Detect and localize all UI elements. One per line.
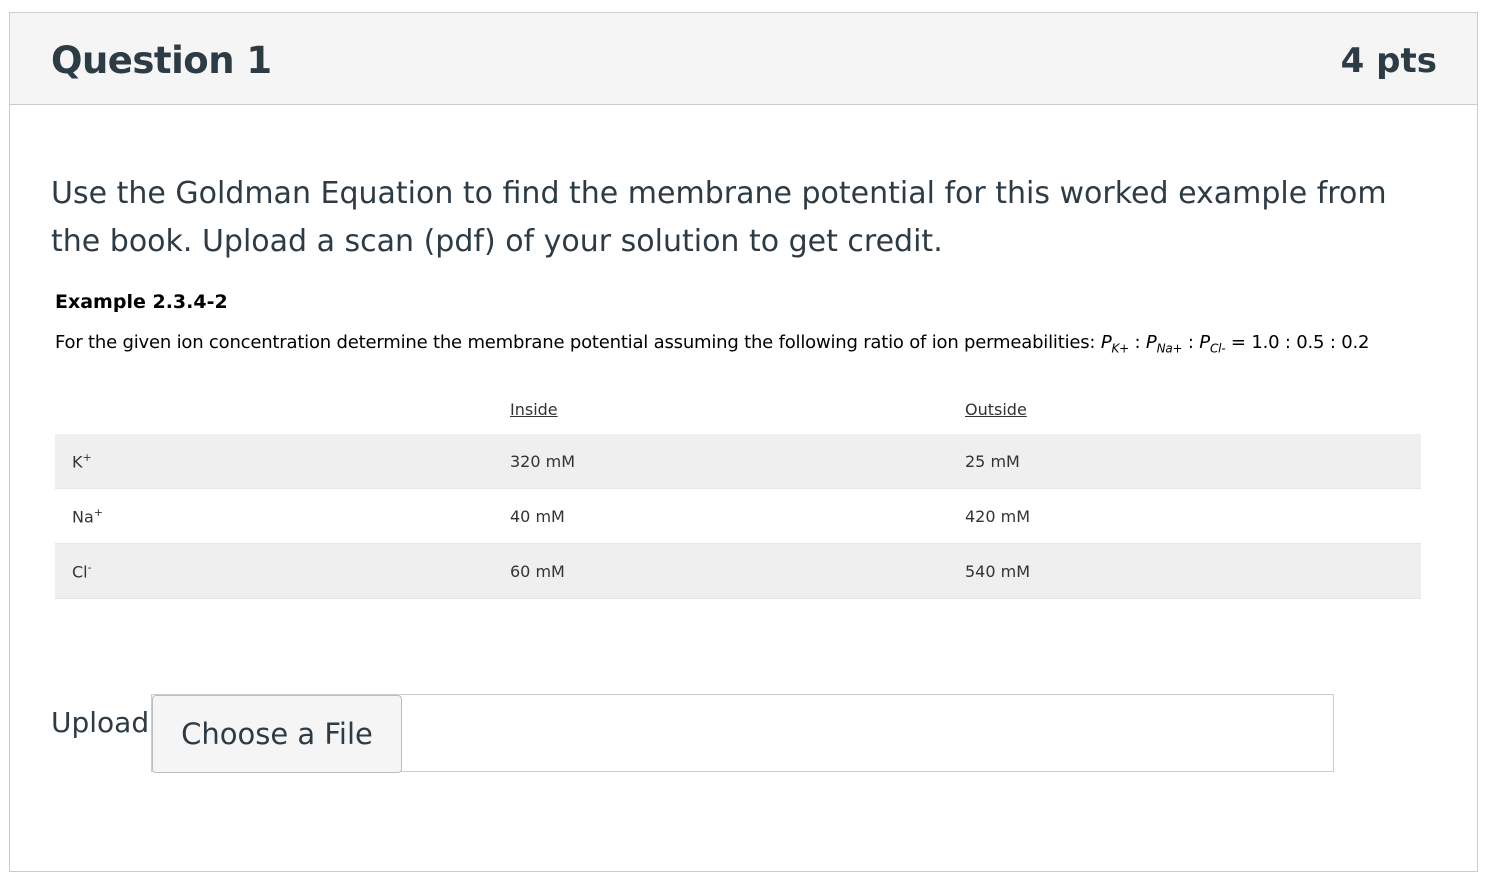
ratio-values: = 1.0 : 0.5 : 0.2 — [1225, 332, 1370, 353]
upload-label: Upload — [51, 706, 150, 739]
ion-cell: K+ — [55, 434, 510, 489]
inside-cell: 40 mM — [510, 488, 965, 544]
table-header-row: Inside Outside — [55, 384, 1421, 434]
perm-cl-symbol: P — [1199, 332, 1210, 353]
question-card: Question 1 4 pts Use the Goldman Equatio… — [9, 12, 1478, 872]
question-prompt: Use the Goldman Equation to find the mem… — [51, 176, 1387, 259]
ion-symbol: Na — [72, 507, 94, 527]
ion-symbol: K — [72, 452, 83, 472]
perm-k-symbol: P — [1100, 332, 1112, 353]
column-header-ion — [55, 384, 510, 434]
perm-na-subscript: Na+ — [1156, 341, 1183, 356]
table-row: Cl- 60 mM 540 mM — [55, 543, 1421, 599]
outside-cell: 540 mM — [965, 543, 1421, 599]
perm-na-symbol: P — [1145, 332, 1157, 353]
file-upload-field[interactable]: Choose a File — [151, 694, 1334, 773]
ion-cell: Na+ — [55, 488, 510, 544]
ion-cell: Cl- — [55, 543, 510, 599]
ratio-separator: : — [1129, 332, 1146, 353]
ion-charge: - — [87, 560, 92, 574]
example-description-text: For the given ion concentration determin… — [55, 332, 1101, 353]
ratio-separator: : — [1182, 332, 1200, 353]
question-title: Question 1 — [51, 39, 272, 82]
inside-cell: 60 mM — [510, 543, 965, 599]
outside-cell: 420 mM — [965, 488, 1421, 544]
inside-cell: 320 mM — [510, 434, 965, 489]
example-description: For the given ion concentration determin… — [55, 332, 1369, 356]
example-title: Example 2.3.4-2 — [55, 291, 228, 313]
question-header: Question 1 4 pts — [10, 13, 1477, 105]
column-header-inside: Inside — [510, 399, 558, 419]
ion-symbol: Cl — [72, 562, 88, 582]
perm-k-subscript: K+ — [1111, 341, 1129, 356]
question-points: 4 pts — [1340, 41, 1437, 81]
ion-charge: + — [82, 450, 92, 464]
table-row: K+ 320 mM 25 mM — [55, 434, 1421, 489]
ion-concentration-table: Inside Outside K+ 320 mM 25 mM Na+ 40 mM… — [55, 384, 1421, 599]
ion-charge: + — [93, 505, 103, 519]
table-row: Na+ 40 mM 420 mM — [55, 488, 1421, 544]
choose-file-button[interactable]: Choose a File — [152, 695, 402, 773]
perm-cl-subscript: Cl- — [1209, 341, 1226, 356]
column-header-outside: Outside — [965, 399, 1027, 419]
outside-cell: 25 mM — [965, 434, 1421, 489]
